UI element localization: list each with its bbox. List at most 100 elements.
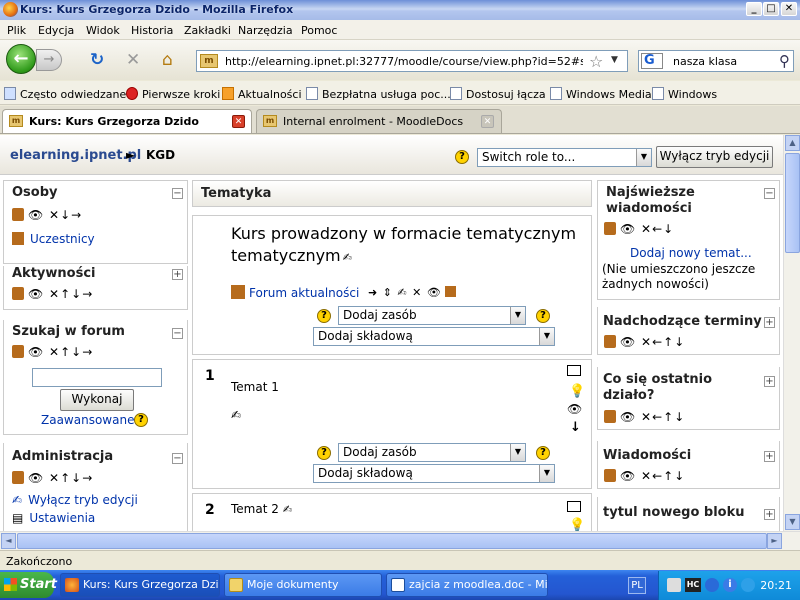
horizontal-scrollbar[interactable]: ◄ ► bbox=[0, 531, 800, 550]
collapse-icon[interactable]: − bbox=[172, 188, 183, 199]
collapse-icon[interactable]: − bbox=[764, 188, 775, 199]
help-icon[interactable]: ? bbox=[455, 150, 469, 164]
add-resource-select[interactable]: Dodaj zasób ▼ bbox=[338, 306, 526, 325]
help-icon[interactable]: ? bbox=[134, 413, 148, 427]
menu-widok[interactable]: Widok bbox=[86, 24, 120, 37]
horizontal-scroll-thumb[interactable] bbox=[17, 533, 767, 549]
tray-network-icon[interactable] bbox=[705, 578, 719, 592]
block-controls[interactable]: 👁 ✕←↑↓ bbox=[604, 335, 685, 349]
taskbar-item-documents[interactable]: Moje dokumenty bbox=[224, 573, 382, 597]
bookmark-star-icon[interactable]: ☆ bbox=[589, 52, 603, 71]
url-bar[interactable]: m http://elearning.ipnet.pl:32777/moodle… bbox=[196, 50, 628, 72]
expand-icon[interactable]: + bbox=[764, 376, 775, 387]
bookmark-item[interactable]: Windows bbox=[652, 87, 717, 101]
help-icon[interactable]: ? bbox=[317, 446, 331, 460]
block-controls[interactable]: 👁 ✕↑↓→ bbox=[12, 345, 93, 359]
add-activity-select[interactable]: Dodaj składową ▼ bbox=[313, 327, 555, 346]
home-icon[interactable]: ⌂ bbox=[162, 51, 173, 69]
bookmark-item[interactable]: Często odwiedzane bbox=[4, 87, 126, 101]
search-icon[interactable]: ⚲ bbox=[779, 52, 790, 70]
menu-zakladki[interactable]: Zakładki bbox=[184, 24, 231, 37]
tray-app-icon[interactable] bbox=[667, 578, 681, 592]
block-controls[interactable]: 👁 ✕←↑↓ bbox=[604, 410, 685, 424]
search-submit-button[interactable]: Wykonaj bbox=[60, 389, 134, 411]
forum-search-input[interactable] bbox=[32, 368, 162, 387]
forward-button[interactable]: → bbox=[36, 49, 62, 71]
admin-edit-link[interactable]: ✍ Wyłącz tryb edycji bbox=[12, 493, 138, 507]
page-scrollbar[interactable]: ▲ ▼ bbox=[783, 135, 800, 531]
admin-settings-link[interactable]: ▤ Ustawienia bbox=[12, 511, 95, 525]
start-button[interactable]: Start bbox=[0, 572, 57, 598]
stop-icon[interactable]: ✕ bbox=[126, 51, 140, 69]
bookmark-item[interactable]: Bezpłatna usługa poc... bbox=[306, 87, 451, 101]
tray-hc-icon[interactable]: HC bbox=[685, 578, 701, 592]
tab-moodledocs[interactable]: m Internal enrolment - MoodleDocs ✕ bbox=[256, 109, 502, 133]
marker-icon[interactable] bbox=[567, 501, 581, 512]
search-engine-icon[interactable]: G bbox=[641, 53, 663, 69]
close-window-button[interactable]: ✕ bbox=[781, 2, 797, 16]
switch-role-select[interactable]: Switch role to... ▼ bbox=[477, 148, 652, 167]
url-dropdown-icon[interactable]: ▼ bbox=[611, 55, 618, 65]
menu-pomoc[interactable]: Pomoc bbox=[301, 24, 337, 37]
expand-icon[interactable]: + bbox=[764, 509, 775, 520]
close-tab-icon[interactable]: ✕ bbox=[481, 115, 494, 128]
menu-plik[interactable]: Plik bbox=[7, 24, 26, 37]
expand-icon[interactable]: + bbox=[172, 269, 183, 280]
language-indicator[interactable]: PL bbox=[628, 577, 646, 594]
reload-icon[interactable]: ↻ bbox=[90, 51, 104, 69]
taskbar-item-firefox[interactable]: Kurs: Kurs Grzegorza Dzi... bbox=[60, 573, 220, 597]
help-icon[interactable]: ? bbox=[536, 309, 550, 323]
scroll-left-icon[interactable]: ◄ bbox=[1, 533, 16, 549]
block-controls[interactable]: 👁 ✕←↓ bbox=[604, 222, 674, 236]
move-down-icon[interactable]: ↓ bbox=[570, 420, 581, 435]
forum-news-link[interactable]: Forum aktualności bbox=[231, 285, 359, 300]
add-activity-select[interactable]: Dodaj składową ▼ bbox=[313, 464, 555, 483]
edit-mode-button[interactable]: Wyłącz tryb edycji bbox=[656, 146, 773, 168]
block-controls[interactable]: 👁 ✕↓→ bbox=[12, 208, 82, 222]
highlight-bulb-icon[interactable]: 💡 bbox=[569, 518, 585, 531]
collapse-icon[interactable]: − bbox=[172, 328, 183, 339]
search-bar[interactable]: G nasza klasa ⚲ bbox=[638, 50, 794, 72]
block-controls[interactable]: 👁 ✕↑↓→ bbox=[12, 287, 93, 301]
edit-pencil-icon[interactable]: ✍ bbox=[283, 503, 292, 516]
search-input[interactable]: nasza klasa bbox=[673, 55, 737, 68]
edit-pencil-icon[interactable]: ✍ bbox=[231, 408, 241, 422]
bookmark-item[interactable]: Windows Media bbox=[550, 87, 652, 101]
bookmark-item[interactable]: Pierwsze kroki bbox=[126, 87, 220, 101]
expand-icon[interactable]: + bbox=[764, 451, 775, 462]
menu-historia[interactable]: Historia bbox=[131, 24, 173, 37]
participants-link[interactable]: Uczestnicy bbox=[12, 232, 95, 246]
tray-info-icon[interactable]: i bbox=[723, 578, 737, 592]
close-tab-icon[interactable]: ✕ bbox=[232, 115, 245, 128]
scroll-thumb[interactable] bbox=[785, 153, 800, 253]
expand-icon[interactable]: + bbox=[764, 317, 775, 328]
highlight-bulb-icon[interactable]: 💡 bbox=[569, 384, 585, 399]
add-resource-select[interactable]: Dodaj zasób ▼ bbox=[338, 443, 526, 462]
menu-narzedzia[interactable]: Narzędzia bbox=[238, 24, 293, 37]
back-button[interactable]: ← bbox=[6, 44, 36, 74]
breadcrumb-site-link[interactable]: elearning.ipnet.pl bbox=[10, 148, 141, 163]
visibility-icon[interactable]: 👁 bbox=[567, 402, 582, 416]
scroll-down-icon[interactable]: ▼ bbox=[785, 514, 800, 530]
minimize-button[interactable]: _ bbox=[746, 2, 762, 16]
menu-edycja[interactable]: Edycja bbox=[38, 24, 74, 37]
marker-icon[interactable] bbox=[567, 365, 581, 376]
advanced-search-link[interactable]: Zaawansowane bbox=[41, 413, 134, 427]
taskbar-item-word[interactable]: zajcia z moodlea.doc - Mi... bbox=[386, 573, 548, 597]
block-controls[interactable]: 👁 ✕←↑↓ bbox=[604, 469, 685, 483]
scroll-right-icon[interactable]: ► bbox=[767, 533, 782, 549]
bookmark-item[interactable]: Aktualności bbox=[222, 87, 302, 101]
add-news-link[interactable]: Dodaj nowy temat... bbox=[630, 246, 752, 260]
scroll-up-icon[interactable]: ▲ bbox=[785, 135, 800, 151]
forum-controls[interactable]: ➜ ⇕ ✍ ✕ 👁 bbox=[368, 286, 456, 299]
maximize-button[interactable]: □ bbox=[763, 2, 779, 16]
collapse-icon[interactable]: − bbox=[172, 453, 183, 464]
help-icon[interactable]: ? bbox=[536, 446, 550, 460]
help-icon[interactable]: ? bbox=[317, 309, 331, 323]
block-controls[interactable]: 👁 ✕↑↓→ bbox=[12, 471, 93, 485]
url-text[interactable]: http://elearning.ipnet.pl:32777/moodle/c… bbox=[225, 55, 583, 68]
tab-course[interactable]: m Kurs: Kurs Grzegorza Dzido ✕ bbox=[2, 109, 252, 133]
bookmark-item[interactable]: Dostosuj łącza bbox=[450, 87, 546, 101]
tray-update-icon[interactable] bbox=[741, 578, 755, 592]
edit-pencil-icon[interactable]: ✍ bbox=[343, 251, 352, 264]
